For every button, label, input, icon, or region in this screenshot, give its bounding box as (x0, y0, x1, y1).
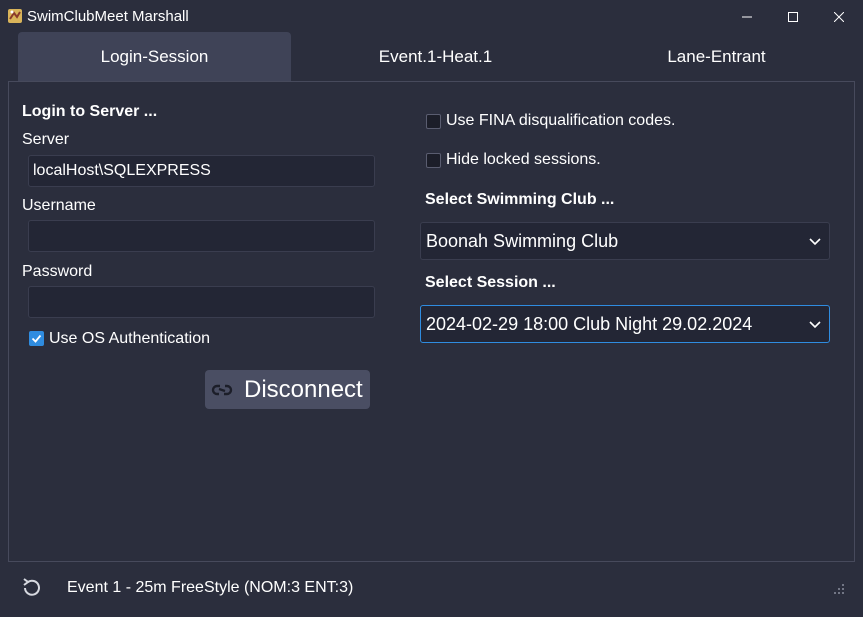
tab-label: Login-Session (100, 46, 209, 66)
session-selected-value: 2024-02-29 18:00 Club Night 29.02.2024 (426, 313, 753, 334)
minimize-button[interactable] (724, 0, 770, 33)
username-label: Username (22, 197, 96, 214)
club-selected-value: Boonah Swimming Club (426, 230, 619, 251)
club-select[interactable]: Boonah Swimming Club (420, 222, 830, 260)
status-bar: Event 1 - 25m FreeStyle (NOM:3 ENT:3) (0, 563, 863, 617)
tab-label: Event.1-Heat.1 (378, 46, 493, 66)
maximize-icon (788, 11, 798, 22)
tab-event-heat[interactable]: Event.1-Heat.1 (299, 32, 572, 81)
title-bar: SwimClubMeet Marshall (0, 0, 863, 33)
server-label: Server (22, 131, 70, 148)
session-select[interactable]: 2024-02-29 18:00 Club Night 29.02.2024 (420, 305, 830, 343)
password-field[interactable] (28, 286, 375, 318)
app-icon (8, 9, 22, 23)
unlink-icon (210, 378, 234, 402)
os-auth-checkbox[interactable] (29, 331, 44, 346)
minimize-icon (742, 16, 752, 17)
os-auth-label[interactable]: Use OS Authentication (49, 330, 210, 348)
tab-lane-entrant[interactable]: Lane-Entrant (580, 32, 853, 81)
chevron-down-icon (809, 321, 821, 329)
close-button[interactable] (816, 0, 862, 33)
disconnect-label: Disconnect (244, 375, 363, 403)
username-field[interactable] (28, 220, 375, 252)
maximize-button[interactable] (770, 0, 816, 33)
status-text: Event 1 - 25m FreeStyle (NOM:3 ENT:3) (67, 579, 354, 596)
password-label: Password (22, 263, 93, 280)
tab-bar: Login-Session Event.1-Heat.1 Lane-Entran… (18, 32, 863, 81)
close-icon (834, 11, 844, 22)
hide-locked-label[interactable]: Hide locked sessions. (446, 151, 601, 169)
tab-login-session[interactable]: Login-Session (18, 32, 291, 81)
resize-grip-icon[interactable] (833, 583, 845, 595)
fina-checkbox[interactable] (426, 114, 441, 129)
club-heading: Select Swimming Club ... (425, 191, 615, 208)
session-heading: Select Session ... (425, 274, 556, 291)
login-heading: Login to Server ... (22, 103, 158, 120)
disconnect-button[interactable]: Disconnect (205, 370, 370, 409)
window-title: SwimClubMeet Marshall (27, 8, 189, 25)
refresh-icon[interactable] (20, 576, 44, 600)
fina-label[interactable]: Use FINA disqualification codes. (446, 112, 675, 130)
hide-locked-checkbox[interactable] (426, 153, 441, 168)
tab-label: Lane-Entrant (667, 46, 766, 66)
server-field[interactable]: localHost\SQLEXPRESS (28, 155, 375, 187)
chevron-down-icon (809, 238, 821, 246)
checkmark-icon (31, 334, 42, 343)
